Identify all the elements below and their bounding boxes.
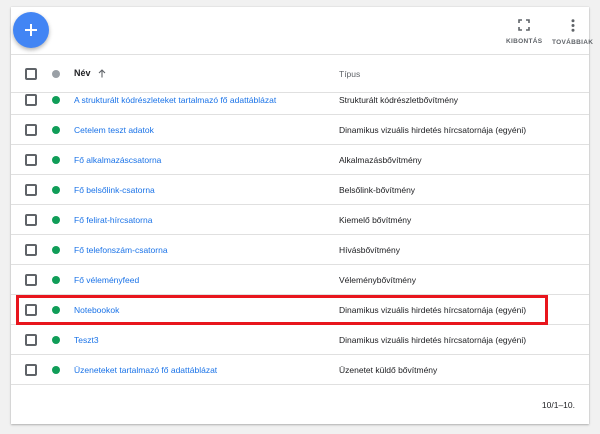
- row-checkbox[interactable]: [25, 94, 37, 106]
- feed-type: Belsőlink-bővítmény: [339, 185, 416, 195]
- feed-type: Véleménybővítmény: [339, 275, 417, 285]
- add-button[interactable]: [13, 12, 49, 48]
- table-row[interactable]: Notebookok Dinamikus vizuális hirdetés hí…: [11, 295, 589, 325]
- status-active-icon: [52, 96, 60, 104]
- feed-type: Dinamikus vizuális hirdetés hírcsatornáj…: [339, 305, 527, 315]
- expand-label: KIBONTÁS: [506, 38, 543, 45]
- status-active-icon: [52, 156, 60, 164]
- row-checkbox[interactable]: [25, 274, 37, 286]
- status-active-icon: [52, 126, 60, 134]
- table-row[interactable]: Fő telefonszám-csatorna Hívásbővítmény: [11, 235, 589, 265]
- table-row[interactable]: Üzeneteket tartalmazó fő adattáblázat Üze…: [11, 355, 589, 385]
- feed-name-link[interactable]: Üzeneteket tartalmazó fő adattáblázat: [74, 365, 217, 375]
- row-checkbox[interactable]: [25, 124, 37, 136]
- more-button[interactable]: TOVÁBBIAK: [552, 19, 593, 46]
- feed-type: Alkalmazásbővítmény: [339, 155, 422, 165]
- feed-name-link[interactable]: Fő telefonszám-csatorna: [74, 245, 168, 255]
- feed-name-link[interactable]: Fő belsőlink-csatorna: [74, 185, 155, 195]
- row-checkbox[interactable]: [25, 244, 37, 256]
- select-all-checkbox[interactable]: [25, 68, 37, 80]
- feed-type: Üzenetet küldő bővítmény: [339, 365, 438, 375]
- feeds-table-card: KIBONTÁS TOVÁBBIAK Név Típus A strukturá…: [11, 7, 593, 424]
- feed-name-link[interactable]: Fő alkalmazáscsatorna: [74, 155, 161, 165]
- table-row[interactable]: Fő véleményfeed Véleménybővítmény: [11, 265, 589, 295]
- feed-name-link[interactable]: Fő véleményfeed: [74, 275, 139, 285]
- sort-arrow-up-icon: [98, 68, 105, 77]
- row-checkbox[interactable]: [25, 334, 37, 346]
- feed-type: Dinamikus vizuális hirdetés hírcsatornáj…: [339, 125, 527, 135]
- table-row[interactable]: A strukturált kódrészleteket tartalmazó …: [11, 85, 589, 115]
- row-checkbox[interactable]: [25, 304, 37, 316]
- column-name-label: Név: [74, 68, 91, 78]
- status-active-icon: [52, 306, 60, 314]
- status-header-icon: [52, 70, 60, 78]
- status-active-icon: [52, 336, 60, 344]
- fullscreen-icon: [518, 19, 530, 31]
- feed-name-link[interactable]: Teszt3: [74, 335, 99, 345]
- feed-name-link[interactable]: Fő felirat-hírcsatorna: [74, 215, 152, 225]
- status-active-icon: [52, 246, 60, 254]
- pagination-info: 10/1–10.: [541, 400, 575, 410]
- feed-type: Dinamikus vizuális hirdetés hírcsatornáj…: [339, 335, 527, 345]
- column-header-type[interactable]: Típus: [339, 69, 360, 79]
- feed-name-link[interactable]: A strukturált kódrészleteket tartalmazó …: [74, 95, 276, 105]
- table-toolbar: KIBONTÁS TOVÁBBIAK: [11, 7, 593, 55]
- feed-name-link[interactable]: Cetelem teszt adatok: [74, 125, 154, 135]
- feed-type: Hívásbővítmény: [339, 245, 400, 255]
- row-checkbox[interactable]: [25, 184, 37, 196]
- expand-button[interactable]: KIBONTÁS: [506, 19, 542, 45]
- table-row[interactable]: Fő alkalmazáscsatorna Alkalmazásbővítmény: [11, 145, 589, 175]
- status-active-icon: [52, 366, 60, 374]
- feed-type: Kiemelő bővítmény: [339, 215, 412, 225]
- table-row[interactable]: Teszt3 Dinamikus vizuális hirdetés hírcsa…: [11, 325, 589, 355]
- table-row[interactable]: Cetelem teszt adatok Dinamikus vizuális h…: [11, 115, 589, 145]
- plus-icon: [25, 24, 37, 36]
- status-active-icon: [52, 276, 60, 284]
- row-checkbox[interactable]: [25, 214, 37, 226]
- table-row[interactable]: Fő belsőlink-csatorna Belsőlink-bővítmény: [11, 175, 589, 205]
- more-label: TOVÁBBIAK: [552, 39, 594, 46]
- feed-type: Strukturált kódrészletbővítmény: [339, 95, 459, 105]
- more-vert-icon: [571, 19, 575, 32]
- column-header-name[interactable]: Név: [74, 68, 106, 78]
- status-active-icon: [52, 186, 60, 194]
- feed-name-link[interactable]: Notebookok: [74, 305, 119, 315]
- status-active-icon: [52, 216, 60, 224]
- row-checkbox[interactable]: [25, 154, 37, 166]
- row-checkbox[interactable]: [25, 364, 37, 376]
- table-row[interactable]: Fő felirat-hírcsatorna Kiemelő bővítmény: [11, 205, 589, 235]
